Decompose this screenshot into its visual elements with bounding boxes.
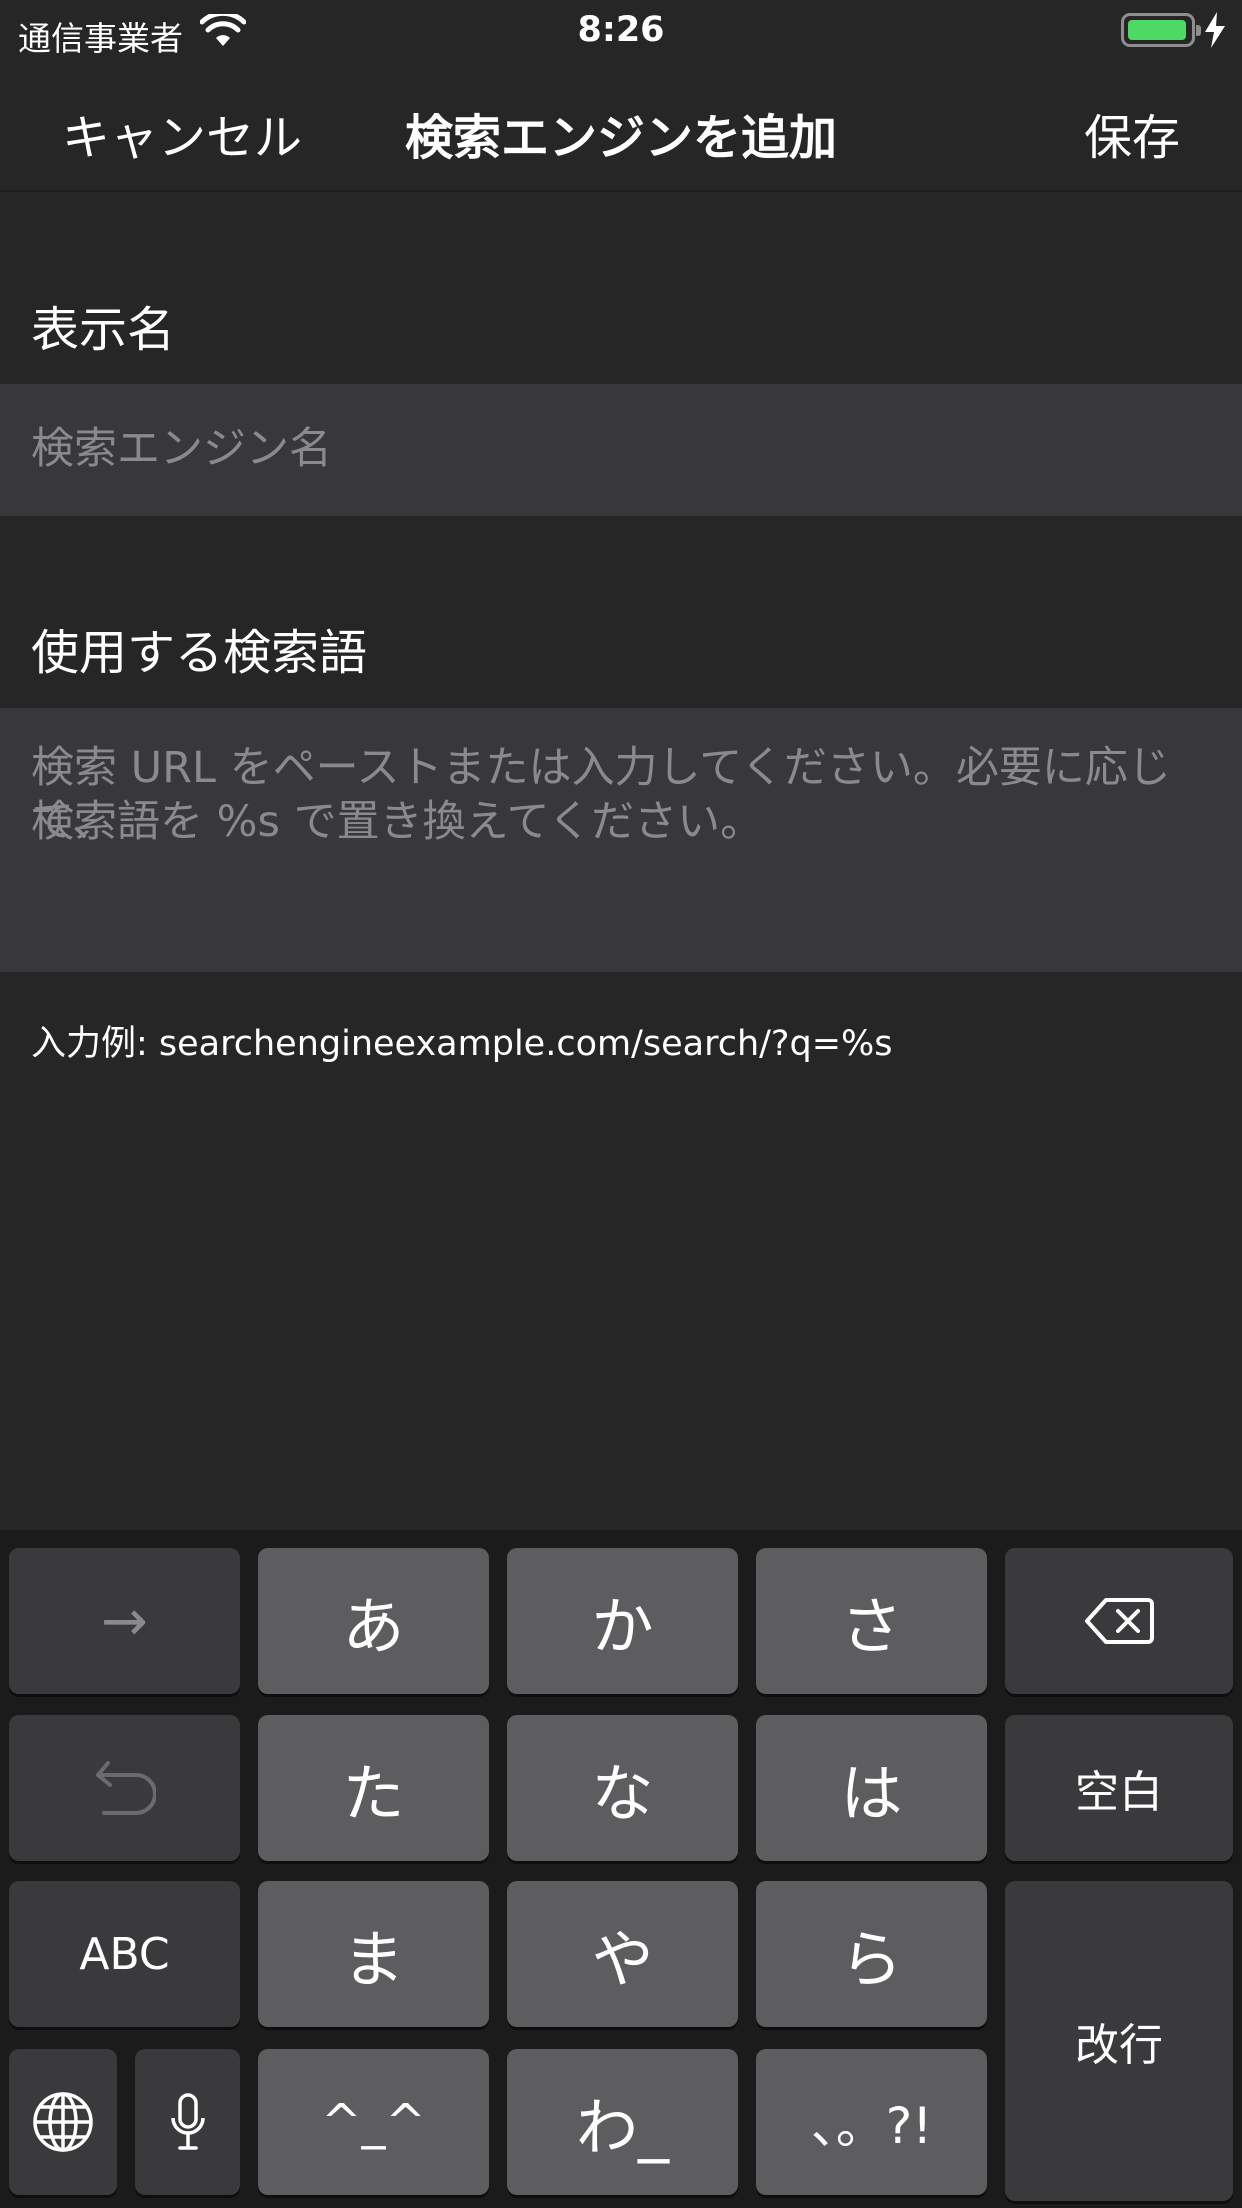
navigation-bar: キャンセル 検索エンジンを追加 保存 — [0, 62, 1242, 192]
status-bar: 通信事業者 8:26 — [0, 0, 1242, 62]
microphone-icon — [168, 2092, 208, 2152]
return-key[interactable]: 改行 — [1005, 1881, 1233, 2201]
display-name-placeholder: 検索エンジン名 — [31, 424, 332, 474]
search-term-label: 使用する検索語 — [31, 625, 368, 681]
undo-icon — [94, 1759, 156, 1817]
abc-key[interactable]: ABC — [9, 1881, 240, 2027]
clock: 8:26 — [577, 10, 665, 50]
search-url-placeholder-line2: 検索語を %s で置き換えてください。 — [31, 797, 764, 847]
key-na[interactable]: な — [507, 1715, 738, 1861]
key-ha[interactable]: は — [756, 1715, 987, 1861]
delete-key[interactable] — [1005, 1548, 1233, 1694]
kaomoji-key[interactable]: ^_^ — [258, 2049, 489, 2195]
globe-key[interactable] — [9, 2049, 117, 2195]
delete-icon — [1084, 1596, 1154, 1646]
key-ma[interactable]: ま — [258, 1881, 489, 2027]
search-url-field[interactable]: 検索 URL をペーストまたは入力してください。必要に応じて、 検索語を %s … — [0, 708, 1242, 972]
next-key[interactable]: → — [9, 1548, 240, 1694]
key-wa[interactable]: わ_ — [507, 2049, 738, 2195]
example-text: 入力例: searchengineexample.com/search/?q=%… — [31, 1024, 893, 1064]
microphone-key[interactable] — [135, 2049, 240, 2195]
japanese-kana-keyboard: → あ か さ た な は 空白 ABC ま や ら 改行 ^_^ わ_ 、。?… — [0, 1530, 1242, 2208]
battery-icon — [1121, 13, 1201, 47]
key-ra[interactable]: ら — [756, 1881, 987, 2027]
display-name-label: 表示名 — [31, 302, 176, 358]
globe-icon — [32, 2091, 94, 2153]
key-ta[interactable]: た — [258, 1715, 489, 1861]
bolt-icon — [1203, 12, 1227, 48]
space-key[interactable]: 空白 — [1005, 1715, 1233, 1861]
key-a[interactable]: あ — [258, 1548, 489, 1694]
undo-key[interactable] — [9, 1715, 240, 1861]
display-name-field[interactable]: 検索エンジン名 — [0, 384, 1242, 516]
key-ka[interactable]: か — [507, 1548, 738, 1694]
page-title: 検索エンジンを追加 — [404, 110, 837, 166]
key-sa[interactable]: さ — [756, 1548, 987, 1694]
punctuation-key[interactable]: 、。?! — [756, 2049, 987, 2195]
key-ya[interactable]: や — [507, 1881, 738, 2027]
save-button[interactable]: 保存 — [1084, 98, 1180, 168]
